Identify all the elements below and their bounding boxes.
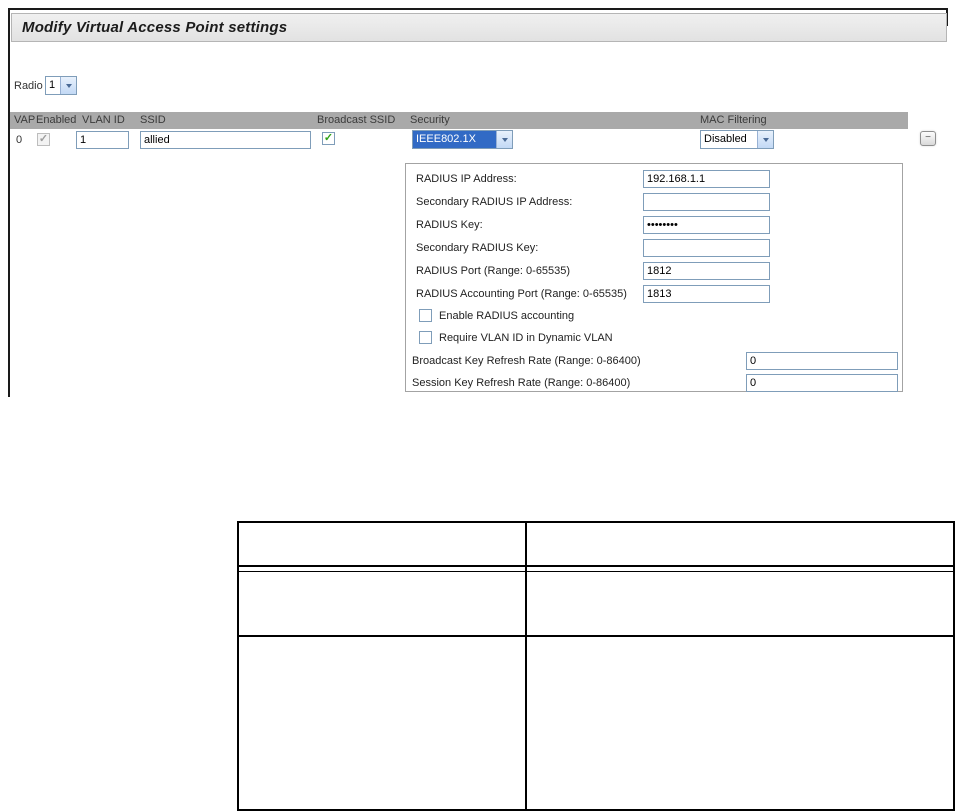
radius-port-label: RADIUS Port (Range: 0-65535) [416,265,571,277]
header-vap: VAP [14,114,36,126]
radius-key-input[interactable] [643,216,770,234]
security-select[interactable]: IEEE802.1X [412,130,513,149]
broadcast-key-refresh-label: Broadcast Key Refresh Rate (Range: 0-864… [412,355,641,367]
radius-settings-panel: RADIUS IP Address: Secondary RADIUS IP A… [405,163,903,392]
remove-vap-button[interactable]: − [920,131,936,146]
chevron-down-icon[interactable] [60,77,76,94]
mac-filtering-select[interactable]: Disabled [700,130,774,149]
secondary-radius-ip-input[interactable] [643,193,770,211]
minus-icon: − [925,132,931,143]
chevron-down-icon[interactable] [496,131,512,148]
radius-accounting-port-input[interactable] [643,285,770,303]
radius-accounting-port-label: RADIUS Accounting Port (Range: 0-65535) [416,288,627,300]
enable-radius-accounting-checkbox[interactable] [419,309,432,322]
radio-select-value: 1 [49,79,56,91]
header-ssid: SSID [140,114,166,126]
radius-key-label: RADIUS Key: [416,219,483,231]
ssid-input[interactable] [140,131,311,149]
broadcast-ssid-checkbox[interactable]: ✓ [322,132,335,145]
check-icon: ✓ [38,133,49,145]
page-title: Modify Virtual Access Point settings [22,19,288,36]
require-vlan-id-checkbox[interactable] [419,331,432,344]
session-key-refresh-input[interactable] [746,374,898,392]
radius-ip-input[interactable] [643,170,770,188]
header-security: Security [410,114,450,126]
secondary-radius-key-input[interactable] [643,239,770,257]
chevron-down-icon[interactable] [757,131,773,148]
table-cell [527,572,953,635]
table-header-rule [239,565,953,567]
radio-label: Radio [14,80,43,92]
secondary-radius-key-label: Secondary RADIUS Key: [416,242,539,254]
table-cell [527,637,953,809]
header-mac-filtering: MAC Filtering [700,114,767,126]
secondary-radius-ip-label: Secondary RADIUS IP Address: [416,196,573,208]
frame-border-top [8,8,948,10]
vlan-id-input[interactable] [76,131,129,149]
vap-index: 0 [16,134,23,146]
enabled-checkbox: ✓ [37,133,50,146]
table-cell [239,637,525,809]
session-key-refresh-label: Session Key Refresh Rate (Range: 0-86400… [412,377,631,389]
table-cell [239,523,525,565]
frame-border-left [8,8,10,397]
vap-table-header: VAP Enabled VLAN ID SSID Broadcast SSID … [10,112,908,129]
check-icon: ✓ [323,132,334,144]
mac-filtering-select-value: Disabled [704,133,747,145]
table-cell [239,572,525,635]
radius-ip-label: RADIUS IP Address: [416,173,517,185]
header-vlan-id: VLAN ID [82,114,125,126]
page: Modify Virtual Access Point settings Rad… [0,0,958,812]
radius-port-input[interactable] [643,262,770,280]
header-enabled: Enabled [36,114,77,126]
enable-radius-accounting-label: Enable RADIUS accounting [439,310,575,322]
header-broadcast-ssid: Broadcast SSID [317,114,396,126]
document-table [237,521,955,811]
require-vlan-id-label: Require VLAN ID in Dynamic VLAN [439,332,613,344]
table-cell [527,523,953,565]
radio-select[interactable]: 1 [45,76,77,95]
page-title-bar: Modify Virtual Access Point settings [11,13,947,42]
security-select-value: IEEE802.1X [413,131,496,148]
broadcast-key-refresh-input[interactable] [746,352,898,370]
